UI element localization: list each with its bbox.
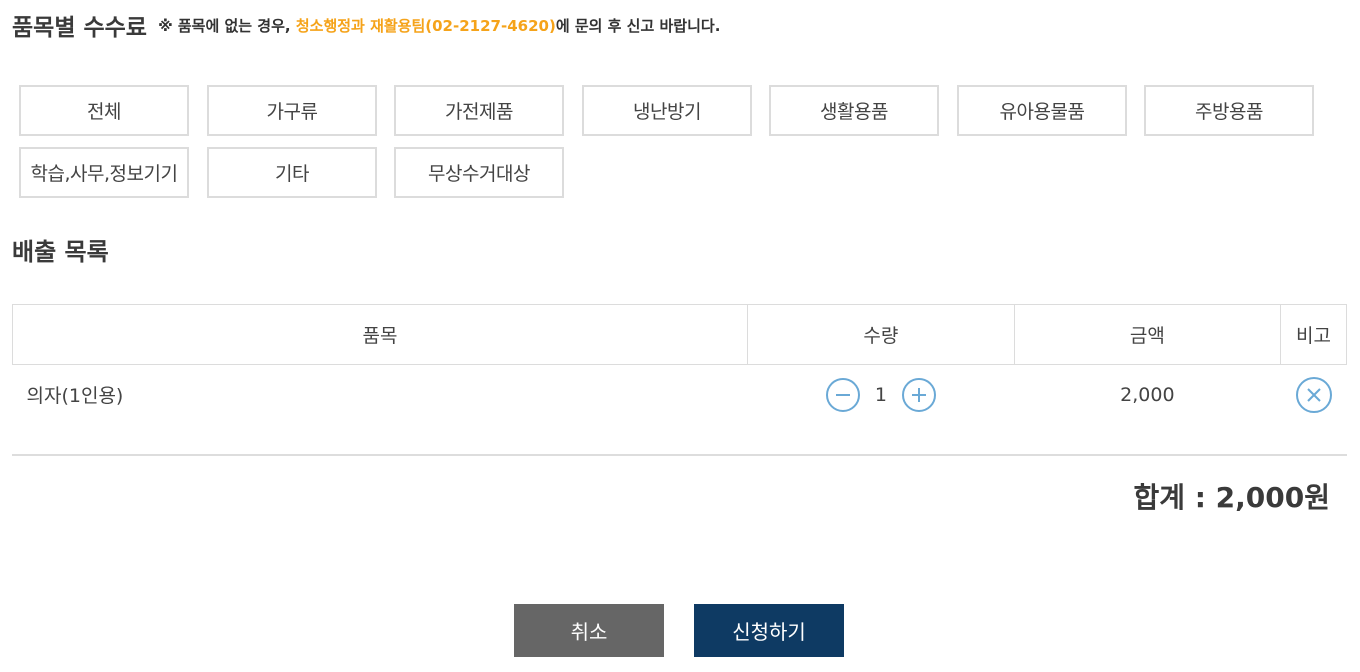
category-free-pickup-button[interactable]: 무상수거대상 <box>394 147 564 198</box>
minus-glyph <box>835 393 850 396</box>
submit-button[interactable]: 신청하기 <box>694 604 844 657</box>
category-furniture-button[interactable]: 가구류 <box>207 85 377 136</box>
header-item: 품목 <box>11 304 749 365</box>
disposal-list-table: 품목 수량 금액 비고 의자(1인용) 1 2,000 <box>11 304 1347 425</box>
minus-circle-icon[interactable] <box>825 377 860 412</box>
row-quantity-cell: 1 <box>748 365 1015 425</box>
quantity-stepper: 1 <box>825 377 936 412</box>
page-header: 품목별 수수료 ※ 품목에 없는 경우, 청소행정과 재활용팀(02-2127-… <box>12 8 720 42</box>
section-divider <box>12 454 1347 456</box>
notice-prefix: ※ 품목에 없는 경우, <box>158 16 296 35</box>
category-all-button[interactable]: 전체 <box>19 85 189 136</box>
table-row: 의자(1인용) 1 2,000 <box>13 365 1347 425</box>
category-baby-goods-button[interactable]: 유아용물품 <box>957 85 1127 136</box>
category-etc-button[interactable]: 기타 <box>207 147 377 198</box>
row-item-name: 의자(1인용) <box>26 385 124 407</box>
list-section-title: 배출 목록 <box>12 238 109 266</box>
category-appliances-button[interactable]: 가전제품 <box>394 85 564 136</box>
quantity-value: 1 <box>874 383 887 406</box>
header-amount: 금액 <box>1013 304 1282 365</box>
row-note-cell <box>1281 365 1347 425</box>
page-title: 품목별 수수료 <box>12 15 147 41</box>
category-office-it-button[interactable]: 학습,사무,정보기기 <box>19 147 189 198</box>
notice-text: ※ 품목에 없는 경우, 청소행정과 재활용팀(02-2127-4620)에 문… <box>158 17 720 35</box>
plus-circle-icon[interactable] <box>901 377 936 412</box>
category-household-button[interactable]: 생활용품 <box>769 85 939 136</box>
notice-suffix: 에 문의 후 신고 바랍니다. <box>555 16 721 35</box>
table-header-row: 품목 수량 금액 비고 <box>11 304 1347 365</box>
notice-contact: 청소행정과 재활용팀(02-2127-4620) <box>295 16 556 35</box>
row-amount: 2,000 <box>1120 383 1175 406</box>
header-note: 비고 <box>1280 304 1347 365</box>
header-quantity: 수량 <box>747 304 1015 365</box>
plus-glyph <box>911 387 926 402</box>
category-heating-cooling-button[interactable]: 냉난방기 <box>582 85 752 136</box>
cancel-button[interactable]: 취소 <box>514 604 664 657</box>
category-kitchen-button[interactable]: 주방용품 <box>1144 85 1314 136</box>
close-circle-icon[interactable] <box>1295 376 1332 413</box>
total-amount: 합계 : 2,000원 <box>1133 481 1330 514</box>
close-glyph <box>1306 387 1321 402</box>
